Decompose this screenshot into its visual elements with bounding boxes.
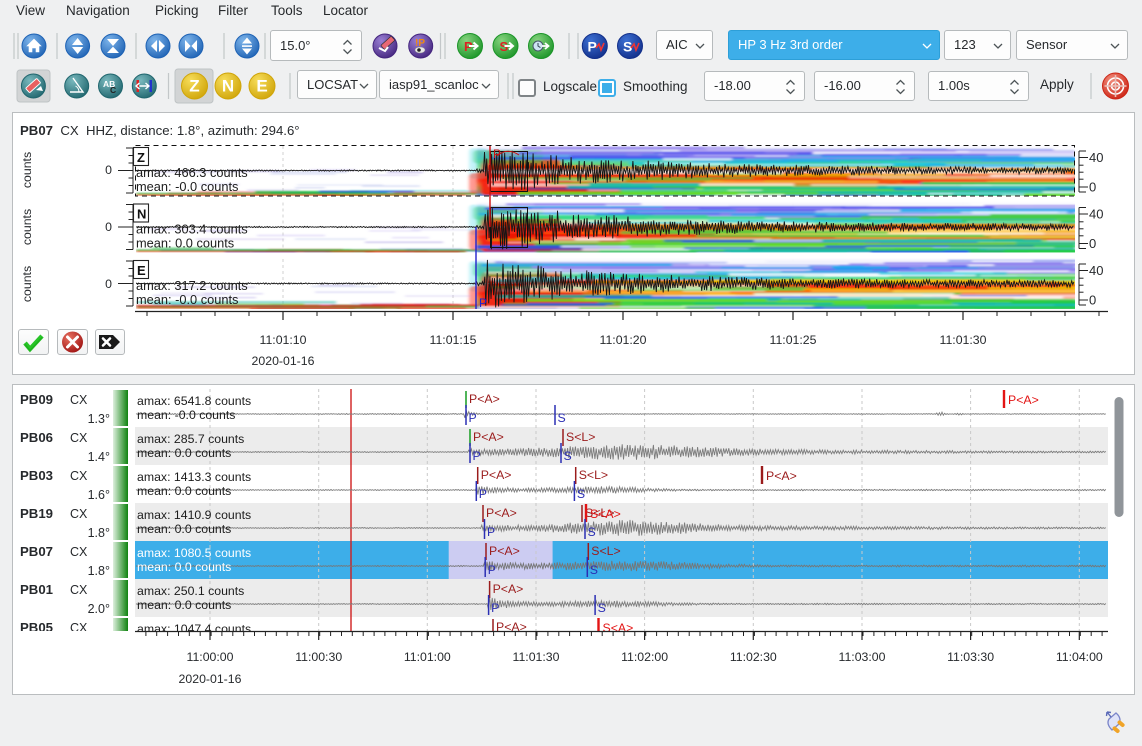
svg-text:CX: CX	[70, 545, 88, 559]
svg-text:2020-01-16: 2020-01-16	[179, 672, 242, 686]
svg-text:S: S	[588, 525, 596, 539]
svg-text:amax: 6541.8 counts: amax: 6541.8 counts	[137, 394, 251, 408]
svg-text:P<A>: P<A>	[1008, 393, 1039, 407]
svg-text:amax: 1410.9 counts: amax: 1410.9 counts	[137, 508, 251, 522]
svg-text:P: P	[487, 525, 495, 539]
svg-text:P<A>: P<A>	[486, 506, 517, 520]
svg-text:P: P	[479, 487, 487, 501]
svg-text:mean: 0.0 counts: mean: 0.0 counts	[137, 522, 231, 536]
svg-text:11:00:00: 11:00:00	[187, 650, 234, 664]
svg-text:amax: 1413.3 counts: amax: 1413.3 counts	[137, 470, 251, 484]
svg-text:P<A>: P<A>	[493, 582, 524, 596]
svg-text:11:01:00: 11:01:00	[404, 650, 451, 664]
svg-text:S: S	[558, 411, 566, 425]
svg-text:11:00:30: 11:00:30	[295, 650, 342, 664]
svg-text:P: P	[469, 411, 477, 425]
svg-text:amax: 285.7 counts: amax: 285.7 counts	[137, 432, 244, 446]
svg-text:11:03:00: 11:03:00	[839, 650, 886, 664]
svg-text:1.4°: 1.4°	[88, 450, 110, 464]
svg-text:PB19: PB19	[20, 506, 53, 521]
svg-text:11:02:00: 11:02:00	[621, 650, 668, 664]
svg-text:1.8°: 1.8°	[88, 564, 110, 578]
svg-text:S: S	[564, 449, 572, 463]
svg-text:CX: CX	[70, 393, 88, 407]
svg-text:S<L>: S<L>	[566, 430, 595, 444]
svg-text:S<A>: S<A>	[590, 507, 621, 521]
svg-text:P: P	[491, 601, 499, 615]
svg-text:11:03:30: 11:03:30	[947, 650, 994, 664]
svg-text:PB07: PB07	[20, 544, 53, 559]
svg-text:PB03: PB03	[20, 468, 53, 483]
svg-text:11:02:30: 11:02:30	[730, 650, 777, 664]
svg-text:CX: CX	[70, 507, 88, 521]
svg-text:PB09: PB09	[20, 392, 53, 407]
svg-text:mean: 0.0 counts: mean: 0.0 counts	[137, 636, 231, 650]
svg-text:P: P	[473, 449, 481, 463]
svg-text:1.6°: 1.6°	[88, 488, 110, 502]
svg-text:PB05: PB05	[20, 620, 53, 635]
svg-text:amax: 250.1 counts: amax: 250.1 counts	[137, 584, 244, 598]
svg-text:amax: 1080.5 counts: amax: 1080.5 counts	[137, 546, 251, 560]
svg-text:P<A>: P<A>	[481, 468, 512, 482]
svg-text:mean: 0.0 counts: mean: 0.0 counts	[137, 484, 231, 498]
svg-text:PB01: PB01	[20, 582, 53, 597]
svg-text:amax: 1047.4 counts: amax: 1047.4 counts	[137, 622, 251, 636]
svg-text:S: S	[598, 601, 606, 615]
svg-text:P<A>: P<A>	[489, 544, 520, 558]
svg-text:2.0°: 2.0°	[88, 602, 110, 616]
svg-text:CX: CX	[70, 469, 88, 483]
svg-text:CX: CX	[70, 621, 88, 635]
svg-text:S: S	[577, 487, 585, 501]
svg-text:11:04:00: 11:04:00	[1056, 650, 1103, 664]
svg-text:mean: 0.0 counts: mean: 0.0 counts	[137, 446, 231, 460]
svg-text:CX: CX	[70, 431, 88, 445]
svg-text:P<A>: P<A>	[766, 469, 797, 483]
svg-text:S<L>: S<L>	[579, 468, 608, 482]
svg-text:P<A>: P<A>	[473, 430, 504, 444]
svg-text:S<A>: S<A>	[603, 621, 634, 635]
svg-text:mean: 0.0 counts: mean: 0.0 counts	[137, 598, 231, 612]
svg-text:P: P	[488, 563, 496, 577]
svg-text:1.3°: 1.3°	[88, 412, 110, 426]
svg-text:P<A>: P<A>	[469, 392, 500, 406]
svg-text:11:01:30: 11:01:30	[513, 650, 560, 664]
svg-text:S<L>: S<L>	[591, 544, 620, 558]
svg-text:1.8°: 1.8°	[88, 526, 110, 540]
svg-text:CX: CX	[70, 583, 88, 597]
svg-text:mean: 0.0 counts: mean: 0.0 counts	[137, 560, 231, 574]
svg-text:mean: -0.0 counts: mean: -0.0 counts	[137, 408, 235, 422]
svg-text:PB06: PB06	[20, 430, 53, 445]
svg-text:S: S	[590, 563, 598, 577]
svg-text:2.2°: 2.2°	[88, 640, 110, 654]
